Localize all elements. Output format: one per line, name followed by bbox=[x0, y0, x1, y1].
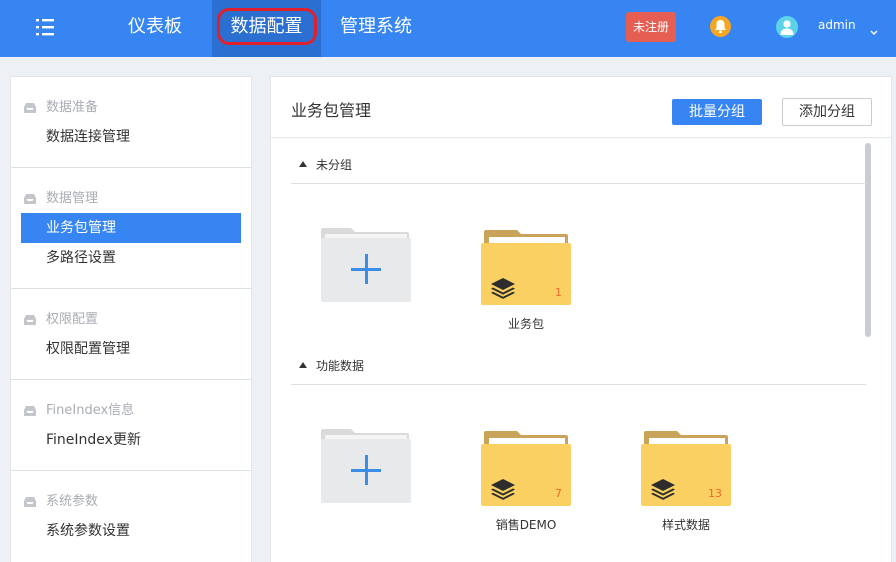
bell-icon[interactable] bbox=[710, 16, 731, 37]
add-package-button[interactable] bbox=[321, 228, 411, 304]
page-title: 业务包管理 bbox=[291, 101, 372, 120]
package-count: 1 bbox=[555, 286, 562, 299]
top-bar: 仪表板 数据配置 管理系统 未注册 admin bbox=[0, 0, 896, 57]
plus-icon-vertical bbox=[365, 455, 368, 485]
user-icon[interactable] bbox=[776, 16, 798, 38]
sidebar-item-permission-mgmt[interactable]: 权限配置管理 bbox=[21, 334, 241, 364]
vertical-scrollbar[interactable] bbox=[865, 143, 871, 337]
sidebar-group-label: 权限配置 bbox=[46, 312, 99, 327]
package-name[interactable]: 业务包 bbox=[481, 315, 571, 332]
sidebar-divider bbox=[11, 167, 251, 168]
layers-icon bbox=[651, 479, 675, 500]
sidebar-group-fineindex: FineIndex信息 bbox=[23, 401, 243, 421]
header-divider bbox=[271, 137, 891, 138]
section-divider bbox=[291, 183, 866, 184]
nav-data-config-label: 数据配置 bbox=[230, 16, 303, 37]
package-name[interactable]: 销售DEMO bbox=[481, 516, 571, 533]
sidebar-group-label: 系统参数 bbox=[46, 494, 99, 509]
sidebar-group-permissions: 权限配置 bbox=[23, 310, 243, 330]
collapse-triangle-icon bbox=[299, 161, 307, 167]
nav-dashboard[interactable]: 仪表板 bbox=[128, 0, 182, 57]
package-folder[interactable]: 1 bbox=[481, 229, 571, 305]
sidebar-divider bbox=[11, 470, 251, 471]
sidebar-group-data-prep: 数据准备 bbox=[23, 98, 243, 118]
inbox-icon bbox=[24, 497, 36, 507]
chevron-down-icon[interactable] bbox=[869, 22, 879, 35]
main-panel: 业务包管理 批量分组 添加分组 未分组 1 业务包 功能数据 7 销售DEMO … bbox=[270, 76, 892, 562]
package-name[interactable]: 样式数据 bbox=[641, 516, 731, 533]
package-folder[interactable]: 7 bbox=[481, 430, 571, 506]
add-group-button[interactable]: 添加分组 bbox=[782, 98, 872, 126]
package-count: 13 bbox=[708, 487, 722, 500]
section-label: 未分组 bbox=[316, 158, 353, 172]
batch-group-button[interactable]: 批量分组 bbox=[672, 99, 762, 125]
package-count: 7 bbox=[555, 487, 562, 500]
inbox-icon bbox=[24, 194, 36, 204]
inbox-icon bbox=[24, 103, 36, 113]
sidebar-group-label: 数据准备 bbox=[46, 100, 99, 115]
sidebar: 数据准备 数据连接管理 数据管理 业务包管理 多路径设置 权限配置 权限配置管理… bbox=[10, 76, 252, 562]
plus-icon-vertical bbox=[365, 254, 368, 284]
sidebar-group-label: 数据管理 bbox=[46, 191, 99, 206]
nav-data-config[interactable]: 数据配置 bbox=[212, 0, 321, 57]
layers-icon bbox=[491, 278, 515, 299]
sidebar-group-data-mgmt: 数据管理 bbox=[23, 189, 243, 209]
sidebar-item-multipath[interactable]: 多路径设置 bbox=[21, 243, 241, 273]
sidebar-item-package-mgmt[interactable]: 业务包管理 bbox=[21, 213, 241, 243]
username[interactable]: admin bbox=[818, 18, 856, 32]
layers-icon bbox=[491, 479, 515, 500]
nav-admin-system[interactable]: 管理系统 bbox=[340, 0, 412, 57]
sidebar-divider bbox=[11, 288, 251, 289]
collapse-triangle-icon bbox=[299, 362, 307, 368]
sidebar-item-fineindex-update[interactable]: FineIndex更新 bbox=[21, 425, 241, 455]
sidebar-group-system-params: 系统参数 bbox=[23, 492, 243, 512]
section-label: 功能数据 bbox=[316, 359, 365, 373]
unregistered-badge[interactable]: 未注册 bbox=[626, 12, 676, 42]
add-package-button[interactable] bbox=[321, 429, 411, 505]
sidebar-group-label: FineIndex信息 bbox=[46, 403, 135, 418]
inbox-icon bbox=[24, 315, 36, 325]
sidebar-item-system-params-settings[interactable]: 系统参数设置 bbox=[21, 516, 241, 546]
menu-icon[interactable] bbox=[34, 16, 58, 38]
sidebar-divider bbox=[11, 379, 251, 380]
section-divider bbox=[291, 384, 866, 385]
sidebar-item-data-connection[interactable]: 数据连接管理 bbox=[21, 122, 241, 152]
package-folder[interactable]: 13 bbox=[641, 430, 731, 506]
inbox-icon bbox=[24, 406, 36, 416]
